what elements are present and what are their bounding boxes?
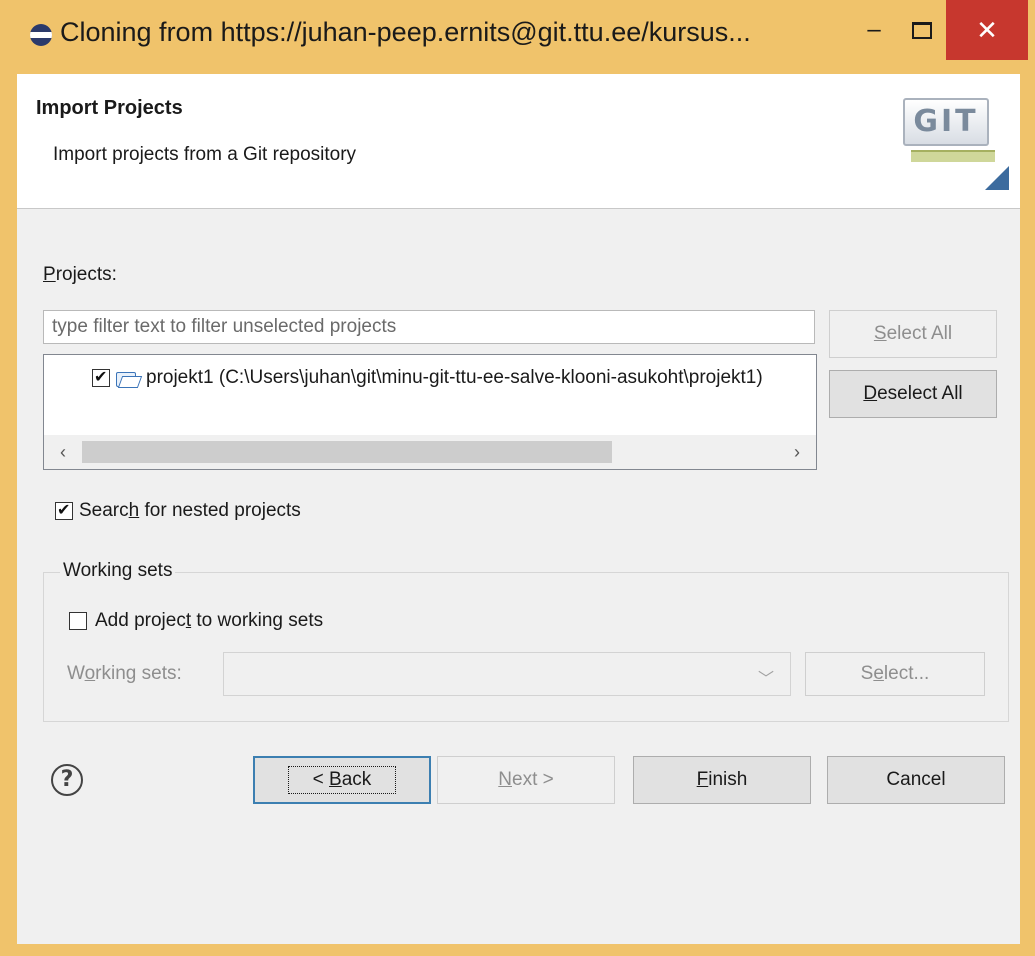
nested-projects-label: Search for nested projects [79, 500, 301, 522]
projects-label-mnemonic: P [43, 264, 56, 285]
nested-projects-option[interactable]: Search for nested projects [55, 500, 301, 522]
nested-projects-checkbox[interactable] [55, 500, 73, 522]
deselect-all-label: eselect All [877, 383, 963, 404]
page-title: Import Projects [36, 97, 183, 119]
finish-button[interactable]: Finish [633, 756, 811, 804]
next-button[interactable]: Next > [437, 756, 615, 804]
select-all-mnemonic: S [873, 323, 887, 344]
project-checkbox[interactable] [92, 367, 110, 389]
scroll-left-icon[interactable]: ‹ [48, 439, 78, 465]
select-ws-pre: S [860, 663, 874, 684]
back-post: ack [341, 769, 372, 790]
git-logo-corner [985, 166, 1009, 190]
scroll-right-icon[interactable]: › [782, 439, 812, 465]
finish-label: inish [708, 769, 748, 790]
dialog-client-area: Import Projects Import projects from a G… [17, 74, 1020, 944]
git-logo-bar [911, 150, 995, 162]
maximize-icon [912, 21, 932, 39]
page-description: Import projects from a Git repository [53, 144, 357, 165]
wizard-header: Import Projects Import projects from a G… [17, 74, 1020, 209]
minimize-button[interactable]: – [852, 8, 896, 52]
next-label: ext > [512, 769, 554, 790]
select-all-button[interactable]: Select All [829, 310, 997, 358]
eclipse-icon [30, 24, 52, 46]
projects-tree[interactable]: projekt1 (C:\Users\juhan\git\minu-git-tt… [43, 354, 817, 470]
select-ws-mnemonic: e [873, 663, 884, 684]
git-logo-icon: GIT [897, 90, 1009, 190]
maximize-button[interactable] [900, 8, 944, 52]
ws-label-post: rking sets: [95, 663, 182, 684]
import-dialog-window: Cloning from https://juhan-peep.ernits@g… [0, 0, 1035, 956]
select-working-sets-button[interactable]: Se lect... [805, 652, 985, 696]
working-sets-group: Working sets [43, 560, 1009, 722]
nested-label-post: for nested projects [139, 500, 301, 521]
back-button-focus: < Back [287, 766, 397, 794]
next-mnemonic: N [498, 769, 512, 790]
chevron-down-icon: ﹀ [757, 671, 774, 688]
add-to-working-sets-label: Add project to working sets [95, 610, 323, 632]
working-sets-label: Working sets: [67, 663, 182, 685]
ws-label-mnemonic: o [84, 663, 96, 684]
add-label-pre: Add projec [95, 610, 186, 631]
git-logo-text: GIT [903, 98, 989, 146]
deselect-all-button[interactable]: Deselect All [829, 370, 997, 418]
add-to-working-sets-option[interactable]: Add project to working sets [69, 610, 323, 632]
help-icon[interactable]: ? [51, 764, 83, 796]
title-bar[interactable]: Cloning from https://juhan-peep.ernits@g… [0, 0, 1035, 74]
cancel-button[interactable]: Cancel [827, 756, 1005, 804]
close-button[interactable]: ✕ [946, 0, 1028, 60]
nested-label-mnemonic: h [128, 500, 140, 521]
project-row[interactable]: projekt1 (C:\Users\juhan\git\minu-git-tt… [92, 365, 812, 391]
add-label-post: to working sets [191, 610, 324, 631]
working-sets-combo[interactable]: ﹀ [223, 652, 791, 696]
horizontal-scrollbar[interactable]: ‹ › [44, 435, 816, 469]
nested-label-pre: Searc [79, 500, 129, 521]
deselect-all-mnemonic: D [863, 383, 878, 404]
back-button[interactable]: < Back [253, 756, 431, 804]
back-pre: < [312, 769, 330, 790]
working-sets-title: Working sets [60, 560, 176, 582]
window-title: Cloning from https://juhan-peep.ernits@g… [60, 17, 751, 47]
projects-label: Projects: [43, 264, 117, 286]
select-ws-post: lect... [883, 663, 930, 684]
projects-label-text: rojects: [55, 264, 117, 285]
back-mnemonic: B [329, 769, 342, 790]
folder-icon [116, 370, 138, 387]
select-all-label: elect All [886, 323, 953, 344]
ws-label-pre: W [67, 663, 85, 684]
finish-mnemonic: F [696, 769, 709, 790]
scrollbar-thumb[interactable] [82, 441, 612, 463]
project-filter-input[interactable] [43, 310, 815, 344]
project-label: projekt1 (C:\Users\juhan\git\minu-git-tt… [146, 367, 763, 388]
add-to-working-sets-checkbox[interactable] [69, 612, 87, 630]
